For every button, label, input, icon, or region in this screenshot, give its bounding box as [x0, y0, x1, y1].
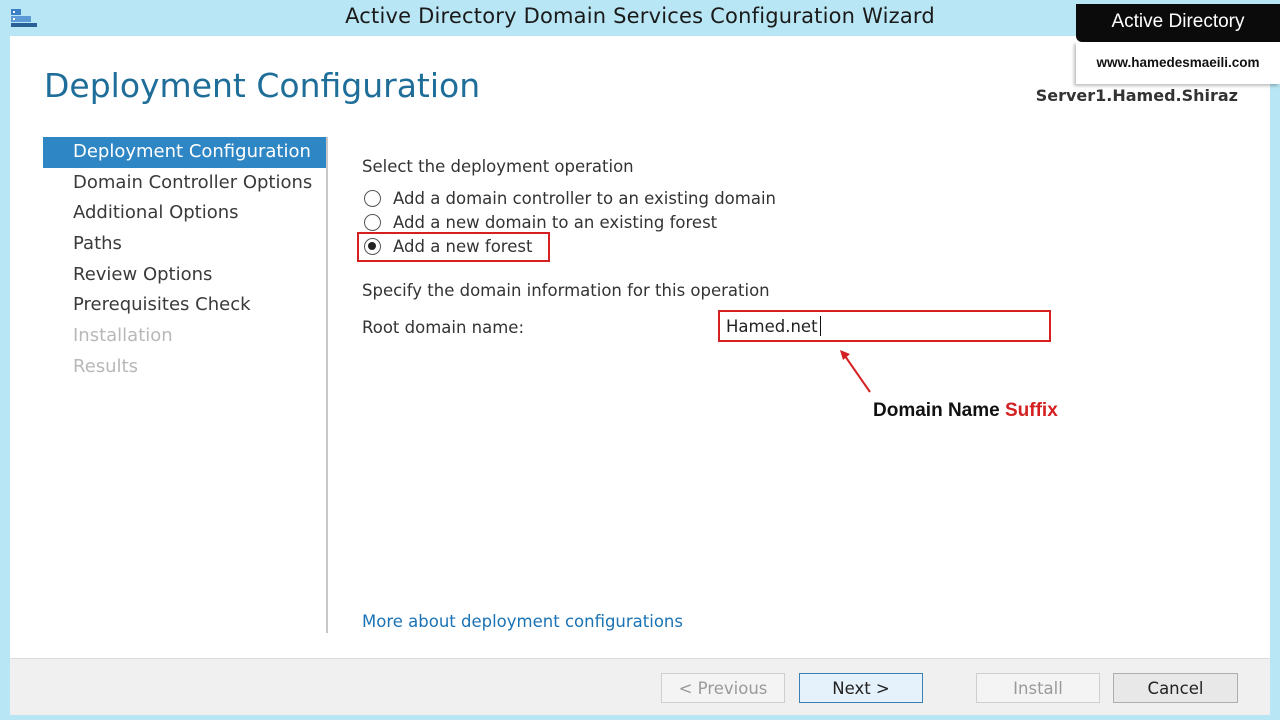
- watermark-url: www.hamedesmaeili.com: [1076, 42, 1280, 84]
- previous-button[interactable]: < Previous: [661, 673, 785, 703]
- watermark-title: Active Directory: [1076, 4, 1280, 42]
- nav-item-deployment-configuration[interactable]: Deployment Configuration: [43, 137, 328, 168]
- deployment-operation-heading: Select the deployment operation: [362, 157, 634, 176]
- radio-option-add-domain[interactable]: Add a new domain to an existing forest: [364, 210, 717, 234]
- nav-item-additional-options[interactable]: Additional Options: [43, 198, 328, 229]
- radio-button[interactable]: [364, 213, 381, 231]
- nav-item-prerequisites-check[interactable]: Prerequisites Check: [43, 290, 328, 321]
- radio-label: Add a new domain to an existing forest: [393, 212, 718, 232]
- next-button[interactable]: Next >: [799, 673, 923, 703]
- radio-label: Add a domain controller to an existing d…: [393, 188, 776, 208]
- install-button[interactable]: Install: [976, 673, 1100, 703]
- nav-divider: [326, 137, 328, 633]
- cancel-button[interactable]: Cancel: [1113, 673, 1238, 703]
- nav-item-paths[interactable]: Paths: [43, 229, 328, 260]
- annotation-label: Domain Name Suffix: [873, 400, 1058, 422]
- root-domain-label: Root domain name:: [362, 318, 525, 337]
- annotation-accent: Suffix: [1004, 400, 1058, 421]
- radio-option-add-dc[interactable]: Add a domain controller to an existing d…: [364, 186, 776, 210]
- nav-item-review-options[interactable]: Review Options: [43, 260, 328, 291]
- domain-info-heading: Specify the domain information for this …: [362, 281, 770, 300]
- wizard-nav: Deployment Configuration Domain Controll…: [43, 137, 328, 383]
- highlight-box-forest: [357, 232, 550, 262]
- radio-button[interactable]: [364, 189, 381, 207]
- wizard-client-area: Deployment Configuration Server1.Hamed.S…: [10, 36, 1270, 715]
- wizard-window: Active Directory Domain Services Configu…: [0, 0, 1280, 720]
- nav-item-results: Results: [73, 355, 138, 377]
- nav-item-domain-controller-options[interactable]: Domain Controller Options: [43, 168, 328, 199]
- target-server-name: Server1.Hamed.Shiraz: [1035, 86, 1238, 105]
- page-title: Deployment Configuration: [44, 66, 481, 105]
- more-info-link[interactable]: More about deployment configurations: [362, 612, 683, 631]
- annotation-text: Domain Name: [873, 400, 1005, 421]
- nav-item-installation: Installation: [73, 325, 173, 347]
- text-caret: [820, 316, 821, 336]
- button-bar: < Previous Next > Install Cancel: [10, 658, 1270, 715]
- root-domain-input[interactable]: [718, 310, 1051, 342]
- annotation-arrow-icon: [840, 350, 871, 393]
